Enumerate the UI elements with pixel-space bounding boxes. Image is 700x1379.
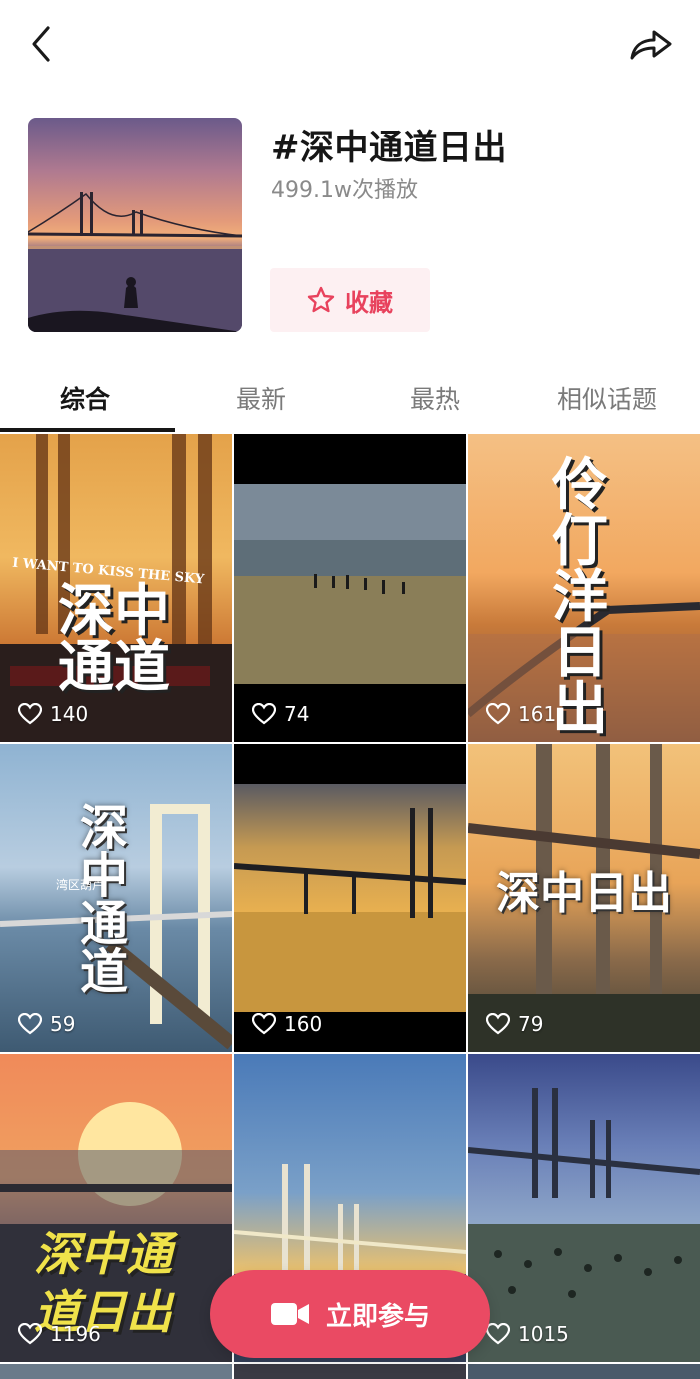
like-counter: 140 <box>18 702 88 726</box>
topic-header: #深中通道日出 499.1w次播放 收藏 <box>0 118 700 334</box>
video-caption: 深中日出 <box>496 868 672 919</box>
favorite-button[interactable]: 收藏 <box>270 268 430 332</box>
topic-title: #深中通道日出 <box>271 128 507 168</box>
video-card[interactable]: 伶仃洋日出 161 <box>468 434 700 742</box>
tab-latest[interactable]: 最新 <box>236 380 286 416</box>
tab-comprehensive[interactable]: 综合 <box>60 380 110 416</box>
video-card[interactable]: 深中通道 湾区葫芦 59 <box>0 744 232 1052</box>
chevron-left-icon <box>32 26 50 62</box>
join-label: 立即参与 <box>325 1301 430 1332</box>
video-card[interactable]: 深中日出 79 <box>468 744 700 1052</box>
like-counter: 74 <box>252 702 309 726</box>
video-sub-caption: 湾区葫芦 <box>56 878 105 892</box>
video-card[interactable] <box>234 1364 466 1379</box>
heart-icon <box>18 703 42 725</box>
like-count: 1196 <box>50 1322 101 1346</box>
like-counter: 79 <box>486 1012 543 1036</box>
share-arrow-icon <box>630 30 672 60</box>
like-count: 1015 <box>518 1322 569 1346</box>
join-challenge-button[interactable]: 立即参与 <box>210 1270 490 1358</box>
favorite-label: 收藏 <box>345 288 393 317</box>
heart-icon <box>252 703 276 725</box>
like-count: 59 <box>50 1012 76 1036</box>
heart-icon <box>486 1013 510 1035</box>
heart-icon <box>486 703 510 725</box>
star-icon <box>307 286 335 313</box>
video-card[interactable]: 74 <box>234 434 466 742</box>
video-card[interactable] <box>468 1364 700 1379</box>
video-card[interactable]: I WANT TO KISS THE SKY 深中通道 140 <box>0 434 232 742</box>
like-counter: 161 <box>486 702 556 726</box>
like-count: 79 <box>518 1012 544 1036</box>
heart-icon <box>486 1323 510 1345</box>
tab-bar: 综合 最新 最热 相似话题 <box>0 362 700 434</box>
like-count: 161 <box>518 702 557 726</box>
heart-icon <box>18 1013 42 1035</box>
back-button[interactable] <box>22 22 62 66</box>
like-count: 74 <box>284 702 310 726</box>
topic-cover-image <box>28 118 242 332</box>
video-caption: 深中通道 <box>80 800 129 1000</box>
active-tab-indicator <box>0 428 175 432</box>
like-counter: 160 <box>252 1012 322 1036</box>
video-caption: 深中通道 <box>58 579 170 700</box>
video-card[interactable]: 160 <box>234 744 466 1052</box>
video-card[interactable] <box>0 1364 232 1379</box>
top-bar <box>0 0 700 90</box>
video-caption: 伶仃洋日出 <box>552 453 608 742</box>
like-counter: 1015 <box>486 1322 569 1346</box>
heart-icon <box>18 1323 42 1345</box>
video-camera-icon <box>270 1303 309 1325</box>
video-card[interactable]: 1015 <box>468 1054 700 1362</box>
like-count: 160 <box>284 1012 323 1036</box>
heart-icon <box>252 1013 276 1035</box>
like-count: 140 <box>50 702 89 726</box>
tab-hottest[interactable]: 最热 <box>410 380 460 416</box>
share-button[interactable] <box>628 24 674 64</box>
like-counter: 1196 <box>18 1322 101 1346</box>
video-card[interactable]: 深中通道日出 1196 <box>0 1054 232 1362</box>
like-counter: 59 <box>18 1012 75 1036</box>
play-count: 499.1w次播放 <box>271 178 418 203</box>
tab-similar-topics[interactable]: 相似话题 <box>557 380 657 416</box>
